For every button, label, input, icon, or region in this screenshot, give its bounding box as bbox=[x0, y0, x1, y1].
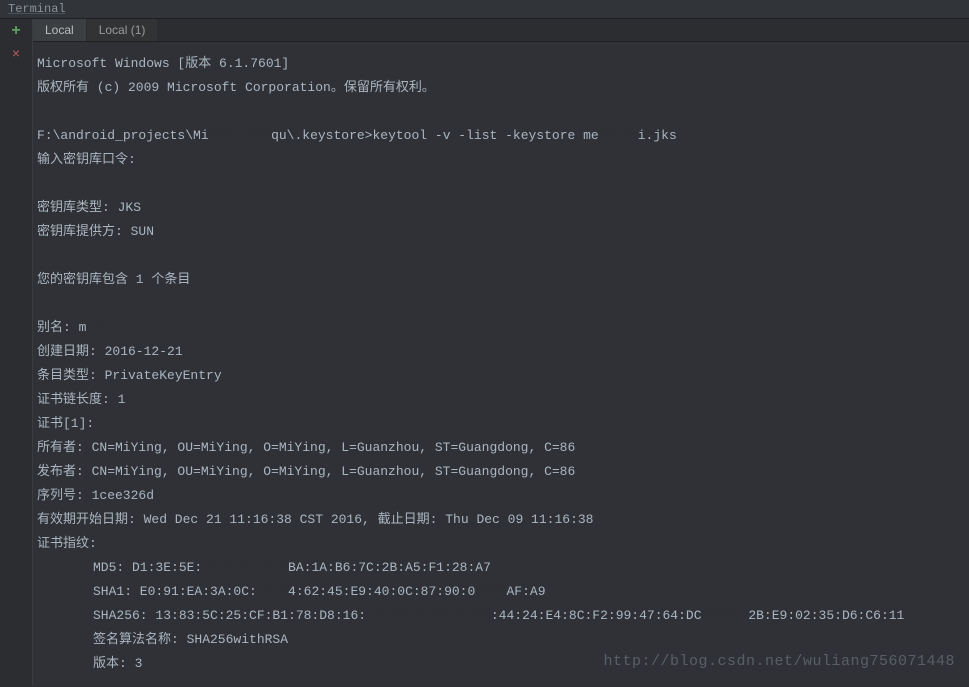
output-line: Microsoft Windows [版本 6.1.7601] bbox=[37, 52, 965, 76]
add-session-button[interactable]: + bbox=[0, 19, 33, 43]
output-line: 签名算法名称: SHA256withRSA bbox=[37, 628, 965, 652]
terminal-output[interactable]: Microsoft Windows [版本 6.1.7601] 版权所有 (c)… bbox=[33, 42, 969, 686]
output-line: 密钥库提供方: SUN bbox=[37, 220, 965, 244]
output-line: 所有者: CN=MiYing, OU=MiYing, O=MiYing, L=G… bbox=[37, 436, 965, 460]
output-line: 证书指纹: bbox=[37, 532, 965, 556]
content-area: Local Local (1) Microsoft Windows [版本 6.… bbox=[33, 19, 969, 686]
main-area: + × Local Local (1) Microsoft Windows [版… bbox=[0, 19, 969, 686]
output-line: 序列号: 1cee326d bbox=[37, 484, 965, 508]
tab-bar: Local Local (1) bbox=[33, 19, 969, 42]
output-line: 别名: mxxxx bbox=[37, 316, 965, 340]
output-line: 发布者: CN=MiYing, OU=MiYing, O=MiYing, L=G… bbox=[37, 460, 965, 484]
close-session-button[interactable]: × bbox=[0, 43, 33, 67]
output-line: 密钥库类型: JKS bbox=[37, 196, 965, 220]
output-line: 证书[1]: bbox=[37, 412, 965, 436]
output-line: 有效期开始日期: Wed Dec 21 11:16:38 CST 2016, 截… bbox=[37, 508, 965, 532]
output-line: MD5: D1:3E:5E:xxxxxxxxxxxBA:1A:B6:7C:2B:… bbox=[37, 556, 965, 580]
output-line bbox=[37, 172, 965, 196]
tab-local[interactable]: Local bbox=[33, 19, 87, 41]
output-line: 版权所有 (c) 2009 Microsoft Corporation。保留所有… bbox=[37, 76, 965, 100]
output-line: 创建日期: 2016-12-21 bbox=[37, 340, 965, 364]
tab-local-1[interactable]: Local (1) bbox=[87, 19, 159, 41]
watermark-text: http://blog.csdn.net/wuliang756071448 bbox=[603, 650, 955, 674]
output-line bbox=[37, 244, 965, 268]
gutter: + × bbox=[0, 19, 33, 686]
window-title: Terminal bbox=[0, 0, 969, 19]
output-line: 证书链长度: 1 bbox=[37, 388, 965, 412]
output-line: 输入密钥库口令: bbox=[37, 148, 965, 172]
output-line: SHA256: 13:83:5C:25:CF:B1:78:D8:16:xxxxx… bbox=[37, 604, 965, 628]
output-line bbox=[37, 100, 965, 124]
output-line: F:\android_projects\Mixxxxxxxxqu\.keysto… bbox=[37, 124, 965, 148]
output-line bbox=[37, 292, 965, 316]
output-line: 条目类型: PrivateKeyEntry bbox=[37, 364, 965, 388]
output-line: SHA1: E0:91:EA:3A:0C:xxxx4:62:45:E9:40:0… bbox=[37, 580, 965, 604]
output-line: 您的密钥库包含 1 个条目 bbox=[37, 268, 965, 292]
